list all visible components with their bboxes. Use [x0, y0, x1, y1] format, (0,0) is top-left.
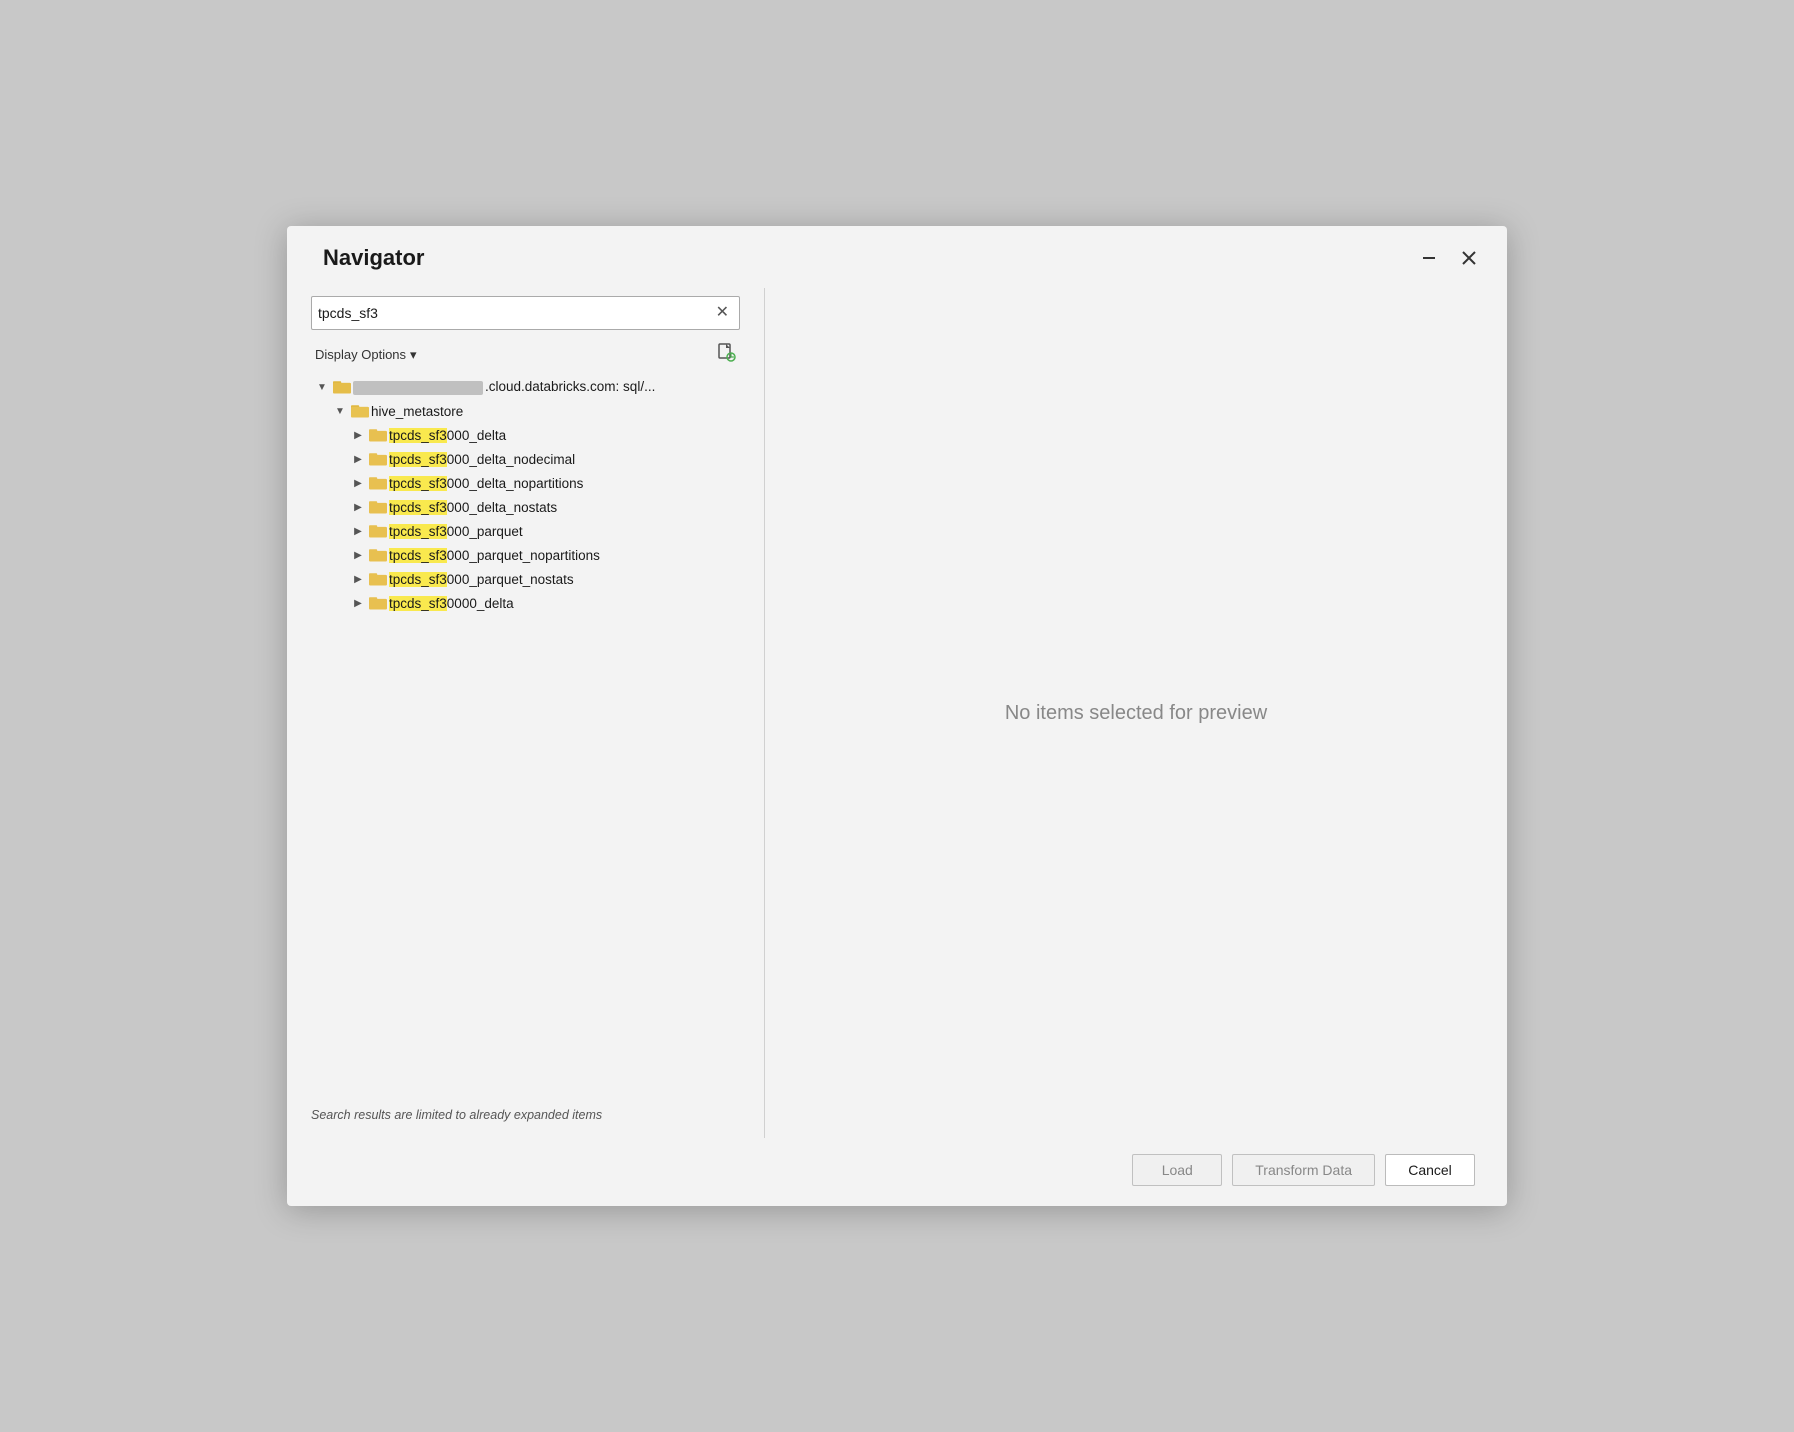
left-panel: ✕ Display Options ▾ [287, 288, 765, 1138]
list-item[interactable]: ▶ tpcds_sf3000_delta [311, 423, 756, 447]
item3-expand-icon[interactable]: ▶ [349, 478, 367, 489]
item8-expand-icon[interactable]: ▶ [349, 598, 367, 609]
cancel-button[interactable]: Cancel [1385, 1154, 1475, 1186]
item6-folder-icon [367, 547, 389, 563]
list-item[interactable]: ▶ tpcds_sf3000_parquet_nopartitions [311, 543, 756, 567]
search-bar: ✕ [311, 296, 740, 330]
minimize-button[interactable] [1415, 244, 1443, 272]
item7-label: tpcds_sf3000_parquet_nostats [389, 572, 756, 587]
dialog-body: ✕ Display Options ▾ [287, 280, 1507, 1138]
dialog-footer: Load Transform Data Cancel [287, 1138, 1507, 1206]
hive-metastore-label: hive_metastore [371, 404, 756, 419]
refresh-button[interactable] [712, 340, 740, 369]
load-button[interactable]: Load [1132, 1154, 1222, 1186]
dialog-title: Navigator [323, 245, 424, 271]
tree-area: ▼ .cloud.databricks.com: sql/... ▼ [311, 375, 764, 1096]
list-item[interactable]: ▶ tpcds_sf3000_parquet_nostats [311, 567, 756, 591]
list-item[interactable]: ▶ tpcds_sf3000_delta_nodecimal [311, 447, 756, 471]
item3-folder-icon [367, 475, 389, 491]
item6-expand-icon[interactable]: ▶ [349, 550, 367, 561]
item5-folder-icon [367, 523, 389, 539]
item3-label: tpcds_sf3000_delta_nopartitions [389, 476, 756, 491]
list-item[interactable]: ▶ tpcds_sf3000_delta_nostats [311, 495, 756, 519]
item4-folder-icon [367, 499, 389, 515]
item2-folder-icon [367, 451, 389, 467]
preview-panel: No items selected for preview [765, 288, 1507, 1138]
hive-folder-icon [349, 403, 371, 419]
item2-label: tpcds_sf3000_delta_nodecimal [389, 452, 756, 467]
close-button[interactable] [1455, 244, 1483, 272]
display-options-button[interactable]: Display Options ▾ [311, 345, 421, 365]
list-item[interactable]: ▶ tpcds_sf30000_delta [311, 591, 756, 615]
root-item-label: .cloud.databricks.com: sql/... [353, 379, 756, 394]
dialog-titlebar: Navigator [287, 226, 1507, 280]
root-expand-icon[interactable]: ▼ [313, 382, 331, 393]
display-options-row: Display Options ▾ [311, 340, 740, 369]
item7-folder-icon [367, 571, 389, 587]
item6-label: tpcds_sf3000_parquet_nopartitions [389, 548, 756, 563]
hive-expand-icon[interactable]: ▼ [331, 406, 349, 417]
item5-label: tpcds_sf3000_parquet [389, 524, 756, 539]
transform-data-button[interactable]: Transform Data [1232, 1154, 1375, 1186]
redacted-hostname [353, 381, 483, 395]
root-label-suffix: .cloud.databricks.com: sql/... [485, 379, 655, 394]
root-folder-icon [331, 379, 353, 395]
item8-label: tpcds_sf30000_delta [389, 596, 756, 611]
item8-folder-icon [367, 595, 389, 611]
tree-root-item[interactable]: ▼ .cloud.databricks.com: sql/... [311, 375, 756, 399]
display-options-label: Display Options [315, 347, 406, 362]
navigator-dialog: Navigator ✕ Display O [287, 226, 1507, 1206]
hive-metastore-item[interactable]: ▼ hive_metastore [311, 399, 756, 423]
item4-expand-icon[interactable]: ▶ [349, 502, 367, 513]
item1-label: tpcds_sf3000_delta [389, 428, 756, 443]
item2-expand-icon[interactable]: ▶ [349, 454, 367, 465]
chevron-down-icon: ▾ [410, 347, 417, 363]
item1-expand-icon[interactable]: ▶ [349, 430, 367, 441]
search-note: Search results are limited to already ex… [311, 1096, 764, 1138]
list-item[interactable]: ▶ tpcds_sf3000_parquet [311, 519, 756, 543]
item1-folder-icon [367, 427, 389, 443]
search-input[interactable] [318, 305, 712, 321]
item7-expand-icon[interactable]: ▶ [349, 574, 367, 585]
preview-empty-label: No items selected for preview [1005, 702, 1267, 725]
item5-expand-icon[interactable]: ▶ [349, 526, 367, 537]
item4-label: tpcds_sf3000_delta_nostats [389, 500, 756, 515]
dialog-controls [1415, 244, 1483, 272]
list-item[interactable]: ▶ tpcds_sf3000_delta_nopartitions [311, 471, 756, 495]
search-clear-button[interactable]: ✕ [712, 303, 733, 323]
